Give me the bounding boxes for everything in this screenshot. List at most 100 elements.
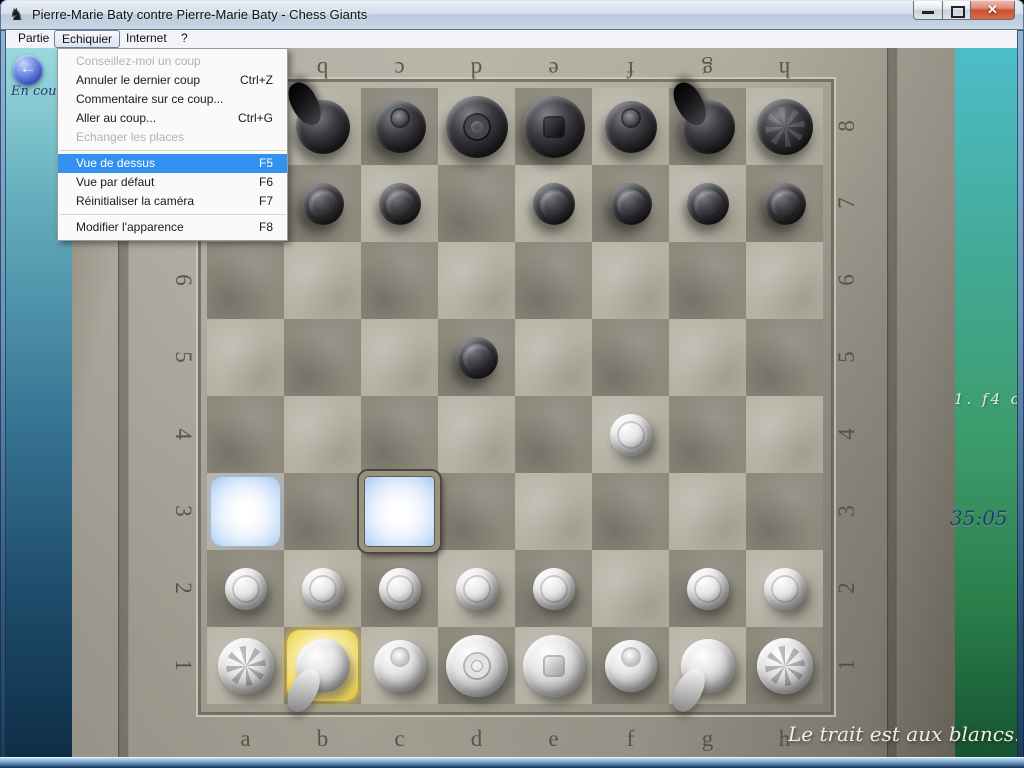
menu-echiquier[interactable]: Echiquier: [54, 30, 120, 48]
menu-separator: [59, 214, 286, 215]
square-b5[interactable]: [284, 319, 361, 396]
menu-item-modifier-l-apparence[interactable]: Modifier l'apparenceF8: [58, 218, 287, 237]
piece-white-pawn-c2[interactable]: [379, 568, 421, 610]
piece-white-pawn-b2[interactable]: [302, 568, 344, 610]
square-e6[interactable]: [515, 242, 592, 319]
piece-black-queen-d8[interactable]: [446, 96, 508, 158]
piece-black-knight-b8[interactable]: [296, 100, 350, 154]
square-e5[interactable]: [515, 319, 592, 396]
square-a5[interactable]: [207, 319, 284, 396]
square-d6[interactable]: [438, 242, 515, 319]
square-g4[interactable]: [669, 396, 746, 473]
piece-black-pawn-b7[interactable]: [302, 183, 344, 225]
echiquier-dropdown-menu: Conseillez-moi un coupAnnuler le dernier…: [57, 48, 288, 241]
square-c5[interactable]: [361, 319, 438, 396]
back-button[interactable]: [13, 55, 43, 85]
piece-white-bishop-c1[interactable]: [374, 640, 426, 692]
piece-black-pawn-d5[interactable]: [456, 337, 498, 379]
piece-white-pawn-g2[interactable]: [687, 568, 729, 610]
piece-black-bishop-c8[interactable]: [374, 101, 426, 153]
piece-white-queen-d1[interactable]: [446, 635, 508, 697]
rank-label-left-5: 5: [170, 344, 196, 370]
square-f3[interactable]: [592, 473, 669, 550]
window-border-right: [1017, 30, 1024, 768]
square-h6[interactable]: [746, 242, 823, 319]
rank-label-left-1: 1: [170, 652, 196, 678]
piece-black-knight-g8[interactable]: [681, 100, 735, 154]
piece-white-knight-g1[interactable]: [681, 639, 735, 693]
square-b6[interactable]: [284, 242, 361, 319]
piece-white-rook-a1[interactable]: [218, 638, 274, 694]
menu-item-r-initialiser-la-cam-ra[interactable]: Réinitialiser la caméraF7: [58, 192, 287, 211]
piece-black-rook-h8[interactable]: [757, 99, 813, 155]
piece-white-knight-b1[interactable]: [296, 639, 350, 693]
menu-item-vue-par-d-faut[interactable]: Vue par défautF6: [58, 173, 287, 192]
rank-label-left-3: 3: [170, 498, 196, 524]
square-a6[interactable]: [207, 242, 284, 319]
window-border-bottom: [0, 757, 1024, 768]
square-b3[interactable]: [284, 473, 361, 550]
menu-item-label: Annuler le dernier coup: [58, 71, 240, 90]
menu-help[interactable]: ?: [174, 30, 195, 47]
piece-white-king-e1[interactable]: [523, 635, 585, 697]
piece-black-bishop-f8[interactable]: [605, 101, 657, 153]
rank-label-right-4: 4: [834, 421, 860, 447]
menu-item-vue-de-dessus[interactable]: Vue de dessusF5: [58, 154, 287, 173]
square-f6[interactable]: [592, 242, 669, 319]
square-g5[interactable]: [669, 319, 746, 396]
title-bar[interactable]: ♞ Pierre-Marie Baty contre Pierre-Marie …: [0, 0, 1024, 30]
square-e3[interactable]: [515, 473, 592, 550]
square-g3[interactable]: [669, 473, 746, 550]
square-g6[interactable]: [669, 242, 746, 319]
rank-label-left-6: 6: [170, 267, 196, 293]
square-c6[interactable]: [361, 242, 438, 319]
square-a4[interactable]: [207, 396, 284, 473]
gold-corner-icon: [492, 171, 509, 188]
piece-black-pawn-c7[interactable]: [379, 183, 421, 225]
rank-label-right-5: 5: [834, 344, 860, 370]
menu-item-annuler-le-dernier-coup[interactable]: Annuler le dernier coupCtrl+Z: [58, 71, 287, 90]
piece-white-rook-h1[interactable]: [757, 638, 813, 694]
app-window: ♞ Pierre-Marie Baty contre Pierre-Marie …: [0, 0, 1024, 768]
gold-corner-icon: [444, 325, 461, 342]
menu-partie[interactable]: Partie: [11, 30, 56, 47]
minimize-icon: [922, 11, 934, 14]
square-h3[interactable]: [746, 473, 823, 550]
hover-target-frame-c3[interactable]: [359, 471, 440, 552]
menu-item-aller-au-coup-[interactable]: Aller au coup...Ctrl+G: [58, 109, 287, 128]
square-c4[interactable]: [361, 396, 438, 473]
minimize-button[interactable]: [913, 1, 943, 20]
piece-white-bishop-f1[interactable]: [605, 640, 657, 692]
piece-black-king-e8[interactable]: [523, 96, 585, 158]
piece-black-pawn-f7[interactable]: [610, 183, 652, 225]
maximize-button[interactable]: [943, 1, 971, 20]
rank-label-left-2: 2: [170, 575, 196, 601]
piece-black-pawn-g7[interactable]: [687, 183, 729, 225]
piece-white-pawn-d2[interactable]: [456, 568, 498, 610]
square-h5[interactable]: [746, 319, 823, 396]
close-icon: ✕: [971, 2, 1014, 18]
square-b4[interactable]: [284, 396, 361, 473]
piece-white-pawn-e2[interactable]: [533, 568, 575, 610]
file-label-top-g: g: [669, 56, 746, 82]
piece-black-pawn-e7[interactable]: [533, 183, 575, 225]
close-button[interactable]: ✕: [971, 1, 1015, 20]
piece-black-pawn-h7[interactable]: [764, 183, 806, 225]
menu-item-shortcut: F6: [259, 173, 287, 192]
square-f2[interactable]: [592, 550, 669, 627]
menu-item-label: Vue de dessus: [58, 154, 259, 173]
piece-white-pawn-a2[interactable]: [225, 568, 267, 610]
piece-white-pawn-h2[interactable]: [764, 568, 806, 610]
square-e4[interactable]: [515, 396, 592, 473]
menu-item-commentaire-sur-ce-coup-[interactable]: Commentaire sur ce coup...: [58, 90, 287, 109]
square-f5[interactable]: [592, 319, 669, 396]
square-h4[interactable]: [746, 396, 823, 473]
square-d4[interactable]: [438, 396, 515, 473]
menu-internet[interactable]: Internet: [119, 30, 174, 47]
file-label-top-d: d: [438, 56, 515, 82]
move-target-highlight-a3[interactable]: [211, 477, 280, 546]
menu-item-conseillez-moi-un-coup: Conseillez-moi un coup: [58, 52, 287, 71]
piece-white-pawn-f4[interactable]: [610, 414, 652, 456]
square-d3[interactable]: [438, 473, 515, 550]
rank-label-right-7: 7: [834, 190, 860, 216]
